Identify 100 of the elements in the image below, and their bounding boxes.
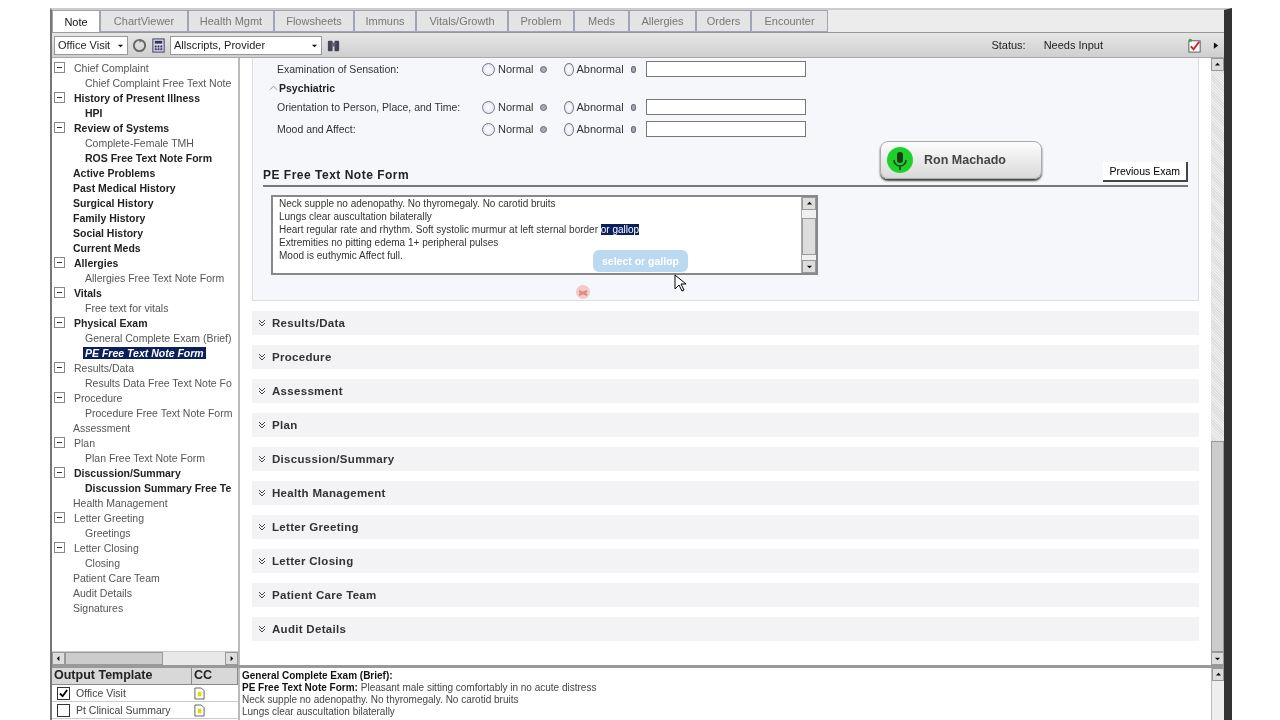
tree-item[interactable]: Greetings xyxy=(83,526,133,539)
vertical-scrollbar[interactable] xyxy=(801,197,816,273)
radio-button[interactable] xyxy=(564,62,574,76)
radio-button[interactable] xyxy=(564,100,574,114)
collapse-icon[interactable] xyxy=(54,437,65,448)
section-header[interactable]: Audit Details xyxy=(252,617,1199,641)
info-dot-icon[interactable] xyxy=(540,65,548,73)
collapse-icon[interactable] xyxy=(54,542,65,553)
refresh-icon[interactable] xyxy=(132,37,147,53)
previous-exam-button[interactable]: Previous Exam xyxy=(1103,162,1188,182)
section-header[interactable]: Health Management xyxy=(252,481,1199,505)
tree-item[interactable]: General Complete Exam (Brief) xyxy=(83,331,234,344)
tree-item[interactable]: Review of Systems xyxy=(72,121,172,134)
info-dot-icon[interactable] xyxy=(540,125,548,133)
tree-item[interactable]: Procedure Free Text Note Form xyxy=(83,406,235,419)
info-dot-icon[interactable] xyxy=(540,103,548,111)
arrow-up-icon[interactable] xyxy=(1212,668,1224,681)
document-icon[interactable] xyxy=(194,686,205,700)
info-dot-icon[interactable] xyxy=(630,125,636,133)
tree-item[interactable]: Plan Free Text Note Form xyxy=(83,451,208,464)
comment-field[interactable] xyxy=(646,99,806,115)
section-header[interactable]: Patient Care Team xyxy=(252,583,1199,607)
tree-item[interactable]: Plan xyxy=(72,436,97,449)
tab[interactable]: Immuns xyxy=(354,10,416,32)
collapse-icon[interactable] xyxy=(54,317,65,328)
provider-dropdown[interactable]: Allscripts, Provider xyxy=(170,35,322,55)
tree-item[interactable]: Vitals xyxy=(72,286,104,299)
tab[interactable]: Allergies xyxy=(629,10,696,32)
tree-item[interactable]: Allergies xyxy=(72,256,121,269)
tree-item[interactable]: Audit Details xyxy=(71,586,134,599)
info-dot-icon[interactable] xyxy=(630,103,636,111)
tab[interactable]: Problem xyxy=(508,10,574,32)
tree-item[interactable]: Letter Closing xyxy=(72,541,141,554)
tree-item[interactable]: Discussion/Summary xyxy=(72,466,183,479)
tree-item[interactable]: Assessment xyxy=(71,421,133,434)
comment-field[interactable] xyxy=(646,121,806,137)
radio-button[interactable] xyxy=(564,122,574,136)
comment-field[interactable] xyxy=(646,61,806,77)
tree-item[interactable]: Surgical History xyxy=(71,196,156,209)
collapse-icon[interactable] xyxy=(54,287,65,298)
tree-item[interactable]: Letter Greeting xyxy=(72,511,147,524)
tree-item[interactable]: Results/Data xyxy=(72,361,137,374)
tree-item[interactable]: HPI xyxy=(83,106,105,119)
section-header[interactable]: Procedure xyxy=(252,345,1199,369)
vertical-scrollbar[interactable] xyxy=(1211,668,1224,720)
collapse-icon[interactable] xyxy=(54,257,65,268)
tree-item[interactable]: ROS Free Text Note Form xyxy=(83,151,214,164)
dictation-button[interactable]: Ron Machado xyxy=(880,141,1042,179)
tab[interactable]: Meds xyxy=(574,10,629,32)
arrow-down-icon[interactable] xyxy=(1211,652,1224,665)
collapse-icon[interactable] xyxy=(54,122,65,133)
tree-item[interactable]: Allergies Free Text Note Form xyxy=(83,271,227,284)
vertical-scrollbar[interactable] xyxy=(1211,58,1224,665)
tab[interactable]: Flowsheets xyxy=(274,10,354,32)
tree-item[interactable]: Health Management xyxy=(71,496,170,509)
section-header[interactable]: Assessment xyxy=(252,379,1199,403)
tree-item[interactable]: PE Free Text Note Form xyxy=(83,346,206,359)
tree-item[interactable]: Chief Complaint xyxy=(72,61,151,74)
tab[interactable]: Encounter xyxy=(751,10,828,32)
tree-item[interactable]: Free text for vitals xyxy=(83,301,171,314)
tree-item[interactable]: Physical Exam xyxy=(72,316,150,329)
calculator-icon[interactable] xyxy=(151,37,166,53)
section-header[interactable]: Discussion/Summary xyxy=(252,447,1199,471)
section-header[interactable]: Letter Greeting xyxy=(252,515,1199,539)
collapse-icon[interactable] xyxy=(54,62,65,73)
tree-item[interactable]: Complete-Female TMH xyxy=(83,136,196,149)
tab[interactable]: ChartViewer xyxy=(100,10,188,32)
tab[interactable]: Vitals/Growth xyxy=(416,10,508,32)
info-dot-icon[interactable] xyxy=(630,65,636,73)
collapse-icon[interactable] xyxy=(54,392,65,403)
arrow-down-icon[interactable] xyxy=(802,260,816,273)
tree-item[interactable]: Current Meds xyxy=(71,241,143,254)
tree-item[interactable]: Results Data Free Text Note Fo xyxy=(83,376,234,389)
collapse-icon[interactable] xyxy=(54,362,65,373)
checkbox[interactable] xyxy=(57,686,70,700)
tab[interactable]: Note xyxy=(52,10,100,32)
tree-item[interactable]: Past Medical History xyxy=(71,181,178,194)
collapse-icon[interactable] xyxy=(54,467,65,478)
tree-item[interactable]: Active Problems xyxy=(71,166,158,179)
radio-button[interactable] xyxy=(482,122,495,136)
tree-item[interactable]: Social History xyxy=(71,226,146,239)
section-header[interactable]: Plan xyxy=(252,413,1199,437)
checklist-icon[interactable] xyxy=(1187,37,1202,53)
collapse-icon[interactable] xyxy=(54,92,65,103)
tree-item[interactable]: Signatures xyxy=(71,601,126,614)
tree-item[interactable]: Chief Complaint Free Text Note xyxy=(83,76,234,89)
radio-button[interactable] xyxy=(482,62,495,76)
horizontal-scrollbar[interactable] xyxy=(52,651,238,665)
checkbox[interactable] xyxy=(57,703,70,717)
radio-button[interactable] xyxy=(482,100,495,114)
arrow-up-icon[interactable] xyxy=(1211,58,1224,71)
arrow-left-icon[interactable] xyxy=(52,652,65,665)
arrow-right-icon[interactable] xyxy=(225,652,238,665)
document-icon[interactable] xyxy=(194,703,205,717)
collapse-icon[interactable] xyxy=(54,512,65,523)
tab[interactable]: Orders xyxy=(696,10,751,32)
note-type-dropdown[interactable]: Office Visit xyxy=(54,35,128,55)
tree-item[interactable]: Patient Care Team xyxy=(71,571,162,584)
section-header[interactable]: Letter Closing xyxy=(252,549,1199,573)
tree-item[interactable]: Procedure xyxy=(72,391,125,404)
